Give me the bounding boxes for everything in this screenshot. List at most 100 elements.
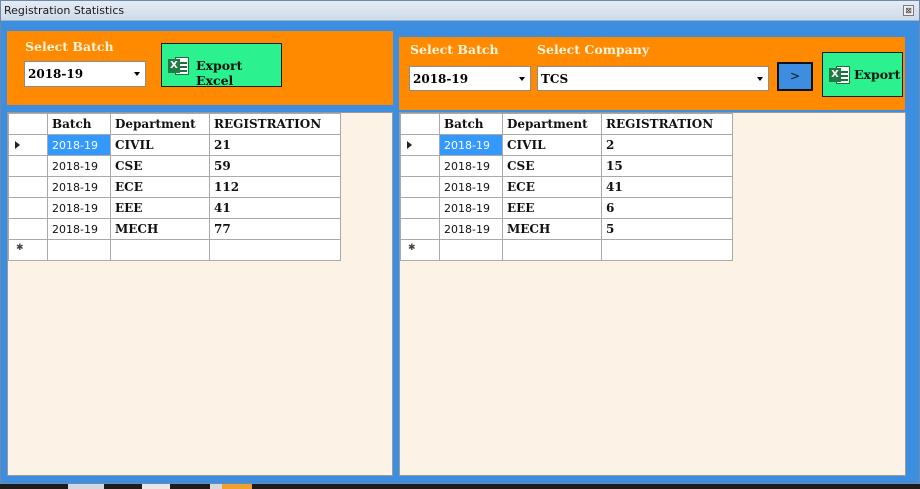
right-registration-grid[interactable]: Batch Department REGISTRATION 2018-19 CI… [399,112,906,476]
row-header[interactable] [8,134,48,156]
row-header[interactable] [400,134,440,156]
cell-batch[interactable]: 2018-19 [47,197,111,219]
registration-statistics-window: Registration Statistics ⊠ Select Batch 2… [0,0,920,484]
table-row[interactable]: 2018-19 EEE 6 [400,197,733,219]
cell-batch[interactable]: 2018-19 [439,134,503,156]
row-header[interactable] [400,218,440,240]
row-header[interactable]: ✱ [400,239,440,261]
cell-department[interactable]: CIVIL [502,134,602,156]
cell-batch[interactable] [439,239,503,261]
close-button[interactable]: ⊠ [903,5,914,16]
cell-department[interactable] [110,239,210,261]
cell-department[interactable]: CIVIL [110,134,210,156]
cell-registration[interactable]: 41 [209,197,341,219]
table-row[interactable]: 2018-19 CIVIL 21 [8,134,341,156]
left-batch-label: Select Batch [25,39,114,54]
cell-batch[interactable]: 2018-19 [439,176,503,198]
row-header[interactable] [8,197,48,219]
row-header[interactable] [8,218,48,240]
left-grid-table: Batch Department REGISTRATION 2018-19 CI… [8,113,341,261]
new-row[interactable]: ✱ [8,239,341,261]
excel-icon: X [829,65,851,85]
export-excel-button[interactable]: X Export Excel [161,43,282,88]
cell-batch[interactable]: 2018-19 [47,134,111,156]
table-row[interactable]: 2018-19 EEE 41 [8,197,341,219]
cell-department[interactable]: EEE [110,197,210,219]
table-row[interactable]: 2018-19 ECE 41 [400,176,733,198]
company-select[interactable]: TCS [537,66,769,91]
row-header[interactable] [8,176,48,198]
apply-filter-button[interactable]: > [777,62,813,91]
cell-department[interactable]: CSE [110,155,210,177]
table-row[interactable]: 2018-19 CSE 15 [400,155,733,177]
row-pointer-icon [407,141,412,149]
cell-batch[interactable]: 2018-19 [439,197,503,219]
cell-registration[interactable]: 5 [601,218,733,240]
cell-batch[interactable]: 2018-19 [47,176,111,198]
export-button[interactable]: X Export [822,52,903,97]
export-label: Export [854,67,901,82]
cell-department[interactable] [502,239,602,261]
row-header[interactable] [400,155,440,177]
column-header-registration[interactable]: REGISTRATION [209,113,341,135]
right-batch-select[interactable]: 2018-19 [409,66,531,91]
cell-department[interactable]: ECE [502,176,602,198]
left-batch-select[interactable]: 2018-19 [24,61,146,87]
title-bar: Registration Statistics ⊠ [1,1,919,21]
cell-registration[interactable]: 6 [601,197,733,219]
taskbar-item[interactable] [222,484,252,489]
grid-header-row: Batch Department REGISTRATION [400,113,733,135]
cell-registration[interactable] [601,239,733,261]
cell-department[interactable]: MECH [502,218,602,240]
row-header[interactable]: ✱ [8,239,48,261]
column-header-department[interactable]: Department [502,113,602,135]
grid-header-row: Batch Department REGISTRATION [8,113,341,135]
row-header-corner [8,113,48,135]
company-select-value: TCS [541,72,569,86]
cell-batch[interactable]: 2018-19 [439,155,503,177]
right-batch-label: Select Batch [410,42,499,57]
cell-department[interactable]: ECE [110,176,210,198]
new-row[interactable]: ✱ [400,239,733,261]
row-header[interactable] [400,197,440,219]
cell-registration[interactable]: 15 [601,155,733,177]
cell-batch[interactable]: 2018-19 [439,218,503,240]
chevron-down-icon [519,77,525,81]
cell-registration[interactable]: 2 [601,134,733,156]
chevron-down-icon [134,72,140,76]
cell-registration[interactable] [209,239,341,261]
table-row[interactable]: 2018-19 CIVIL 2 [400,134,733,156]
window-title: Registration Statistics [4,4,125,17]
cell-batch[interactable]: 2018-19 [47,218,111,240]
row-header[interactable] [8,155,48,177]
taskbar-strip [0,484,920,489]
taskbar-item[interactable] [68,484,104,489]
right-batch-select-value: 2018-19 [413,72,469,86]
column-header-department[interactable]: Department [110,113,210,135]
row-header[interactable] [400,176,440,198]
cell-department[interactable]: CSE [502,155,602,177]
table-row[interactable]: 2018-19 MECH 5 [400,218,733,240]
cell-registration[interactable]: 112 [209,176,341,198]
excel-icon: X [168,56,190,76]
column-header-registration[interactable]: REGISTRATION [601,113,733,135]
cell-batch[interactable] [47,239,111,261]
cell-registration[interactable]: 77 [209,218,341,240]
table-row[interactable]: 2018-19 ECE 112 [8,176,341,198]
table-row[interactable]: 2018-19 MECH 77 [8,218,341,240]
column-header-batch[interactable]: Batch [439,113,503,135]
cell-department[interactable]: MECH [110,218,210,240]
table-row[interactable]: 2018-19 CSE 59 [8,155,341,177]
row-pointer-icon [15,141,20,149]
cell-registration[interactable]: 21 [209,134,341,156]
left-registration-grid[interactable]: Batch Department REGISTRATION 2018-19 CI… [7,112,393,476]
cell-batch[interactable]: 2018-19 [47,155,111,177]
cell-registration[interactable]: 41 [601,176,733,198]
taskbar-item[interactable] [142,484,170,489]
export-excel-label: Export Excel [196,58,243,88]
taskbar-item[interactable] [210,484,222,489]
column-header-batch[interactable]: Batch [47,113,111,135]
cell-department[interactable]: EEE [502,197,602,219]
right-grid-table: Batch Department REGISTRATION 2018-19 CI… [400,113,733,261]
cell-registration[interactable]: 59 [209,155,341,177]
